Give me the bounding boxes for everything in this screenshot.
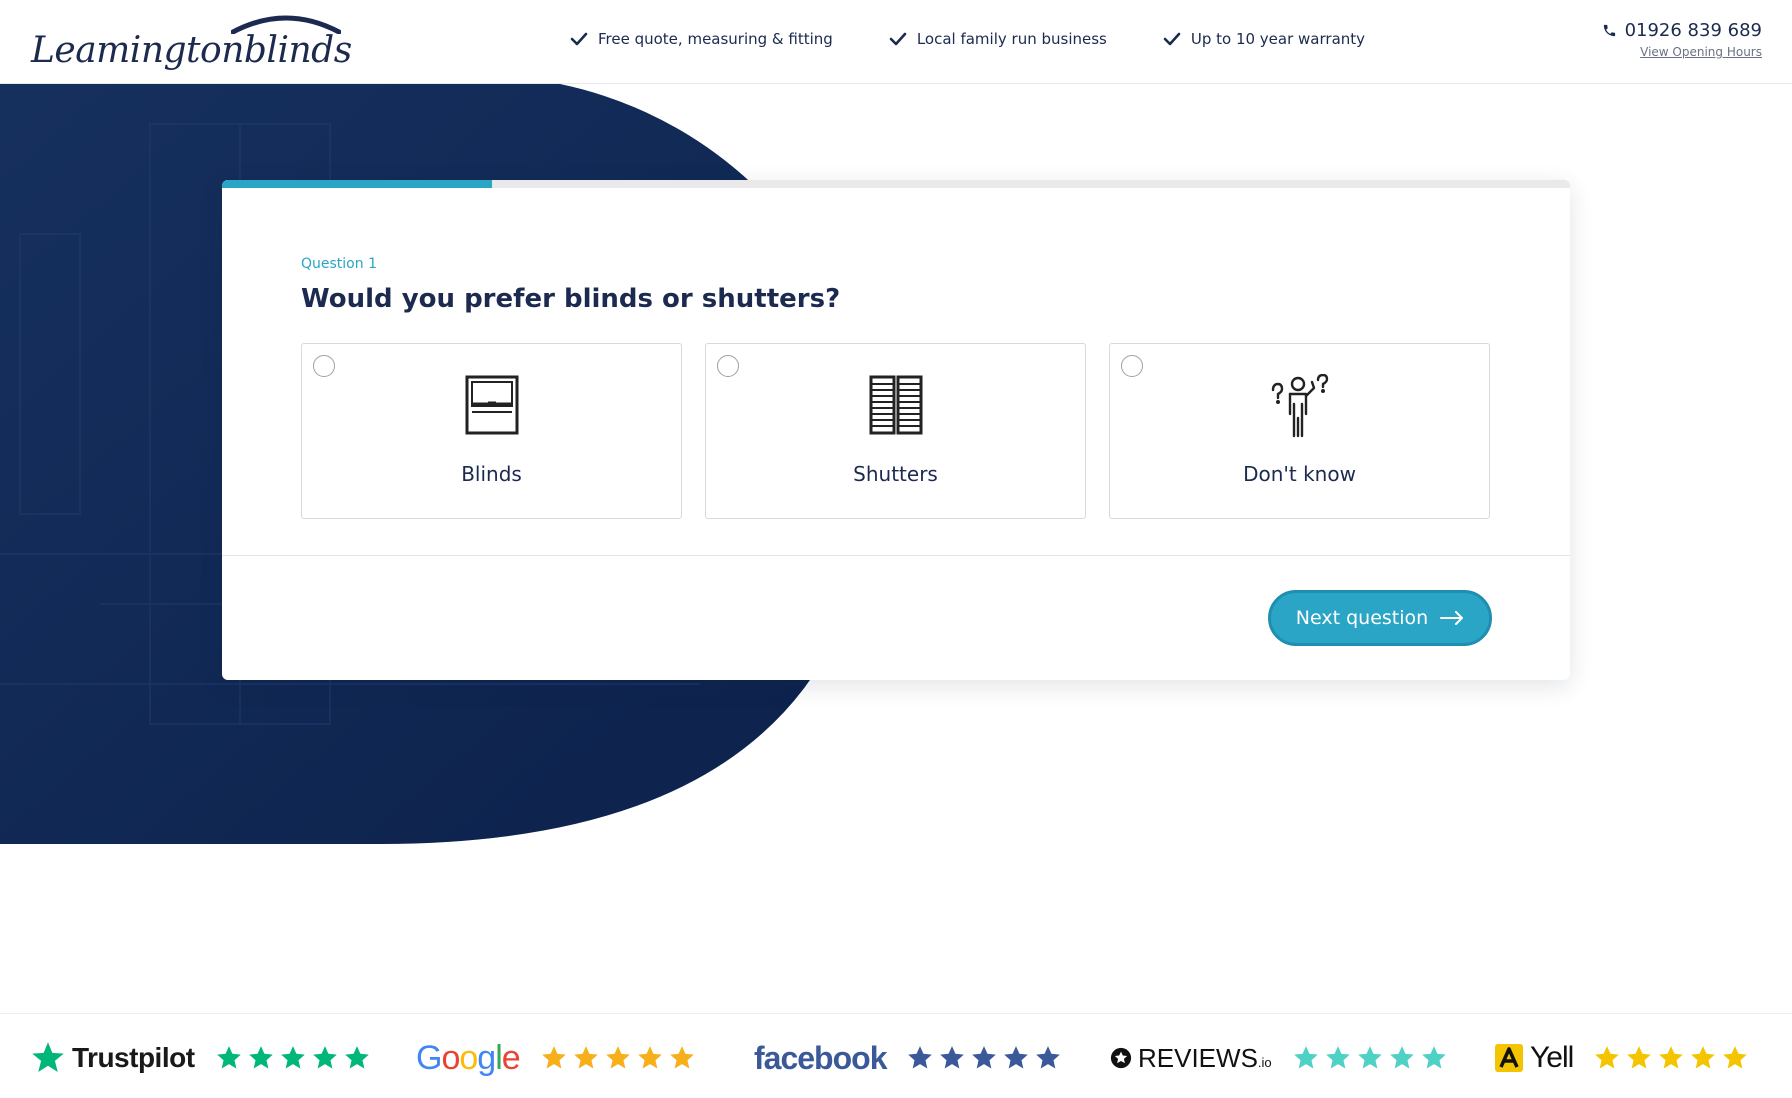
reviewsio-logo: REVIEWS.io — [1110, 1043, 1272, 1074]
star-icon — [940, 1046, 965, 1069]
star-icon — [1389, 1046, 1414, 1069]
star-icon — [1627, 1046, 1652, 1069]
option-dont-know[interactable]: Don't know — [1109, 343, 1490, 519]
usp-item: Up to 10 year warranty — [1163, 30, 1365, 48]
star-rating — [906, 1044, 1062, 1072]
star-icon — [1421, 1046, 1446, 1069]
confused-person-icon — [1271, 374, 1328, 438]
star-icon — [1357, 1046, 1382, 1069]
star-icon — [541, 1046, 566, 1069]
logo-text: Leamingtonblinds — [31, 30, 352, 71]
usp-list: Free quote, measuring & fitting Local fa… — [570, 30, 1365, 48]
usp-label: Up to 10 year warranty — [1190, 30, 1366, 48]
star-rating — [1292, 1044, 1448, 1072]
review-facebook[interactable]: facebook — [754, 1036, 1062, 1080]
check-icon — [1163, 32, 1181, 46]
yell-logo: Yell — [1494, 1041, 1574, 1075]
star-icon — [669, 1046, 694, 1069]
radio-button[interactable] — [717, 355, 739, 377]
usp-label: Local family run business — [916, 30, 1107, 48]
star-icon — [1723, 1046, 1748, 1069]
facebook-logo: facebook — [754, 1039, 887, 1077]
star-icon — [1325, 1046, 1350, 1069]
option-label: Blinds — [461, 462, 522, 486]
phone-number: 01926 839 689 — [1624, 20, 1762, 41]
star-icon — [637, 1046, 662, 1069]
trustpilot-name: Trustpilot — [72, 1042, 195, 1073]
star-icon — [216, 1046, 241, 1069]
star-icon — [1293, 1046, 1318, 1069]
progress-bar — [222, 180, 1570, 188]
star-icon — [1595, 1046, 1620, 1069]
star-icon — [573, 1046, 598, 1069]
option-shutters[interactable]: Shutters — [705, 343, 1086, 519]
trustpilot-star-icon — [32, 1042, 64, 1072]
divider — [222, 555, 1570, 556]
star-icon — [908, 1046, 933, 1069]
review-trustpilot[interactable]: Trustpilot — [30, 1036, 371, 1080]
yell-name: Yell — [1530, 1041, 1574, 1074]
reviewsio-suffix: .io — [1257, 1054, 1272, 1070]
google-logo: Google — [416, 1038, 521, 1078]
next-question-label: Next question — [1295, 607, 1429, 629]
logo[interactable]: Leamingtonblinds — [31, 12, 352, 74]
question-number: Question 1 — [301, 256, 377, 272]
trustpilot-logo: Trustpilot — [30, 1040, 195, 1076]
star-icon — [312, 1046, 337, 1069]
review-google[interactable]: Google — [416, 1036, 696, 1080]
reviews-bar: Trustpilot Google facebook REVIEWS.io Ye… — [0, 1013, 1792, 1098]
shutters-icon — [869, 375, 922, 435]
star-icon — [605, 1046, 630, 1069]
arrow-right-icon — [1440, 611, 1464, 625]
check-icon — [570, 32, 588, 46]
reviewsio-star-icon — [1110, 1047, 1132, 1069]
star-rating — [1593, 1044, 1749, 1072]
phone-link[interactable]: 01926 839 689 — [1602, 20, 1762, 41]
option-blinds[interactable]: Blinds — [301, 343, 682, 519]
yell-logo-icon — [1495, 1044, 1523, 1072]
usp-label: Free quote, measuring & fitting — [598, 30, 833, 48]
star-icon — [1036, 1046, 1061, 1069]
radio-button[interactable] — [313, 355, 335, 377]
star-icon — [972, 1046, 997, 1069]
usp-item: Free quote, measuring & fitting — [570, 30, 833, 48]
option-label: Shutters — [853, 462, 938, 486]
star-rating — [540, 1044, 696, 1072]
quiz-card: Question 1 Would you prefer blinds or sh… — [222, 180, 1570, 680]
progress-bar-fill — [222, 180, 492, 188]
answer-options: Blinds Shutters Don't know — [301, 343, 1490, 519]
reviewsio-word: REVIEWS — [1138, 1042, 1258, 1073]
review-yell[interactable]: Yell — [1494, 1036, 1749, 1080]
facebook-name: facebook — [754, 1039, 887, 1076]
star-icon — [280, 1046, 305, 1069]
logo-word-leamington: Leamington — [31, 30, 244, 71]
star-icon — [1691, 1046, 1716, 1069]
page: Leamingtonblinds Free quote, measuring &… — [0, 0, 1792, 1098]
star-icon — [248, 1046, 273, 1069]
google-name: Google — [416, 1038, 521, 1077]
star-icon — [1659, 1046, 1684, 1069]
logo-word-blinds: blinds — [243, 30, 352, 71]
opening-hours-link[interactable]: View Opening Hours — [1602, 45, 1762, 59]
phone-icon — [1603, 24, 1615, 37]
contact-block: 01926 839 689 View Opening Hours — [1602, 20, 1762, 59]
star-rating — [215, 1044, 371, 1072]
star-icon — [344, 1046, 369, 1069]
usp-item: Local family run business — [889, 30, 1107, 48]
next-question-button[interactable]: Next question — [1268, 590, 1492, 646]
review-reviewsio[interactable]: REVIEWS.io — [1110, 1036, 1448, 1080]
check-icon — [889, 32, 907, 46]
option-label: Don't know — [1243, 462, 1356, 486]
star-icon — [1004, 1046, 1029, 1069]
reviewsio-name: REVIEWS.io — [1138, 1043, 1272, 1074]
question-title: Would you prefer blinds or shutters? — [301, 284, 841, 314]
radio-button[interactable] — [1121, 355, 1143, 377]
site-header: Leamingtonblinds Free quote, measuring &… — [0, 0, 1792, 84]
blind-icon — [465, 375, 518, 435]
